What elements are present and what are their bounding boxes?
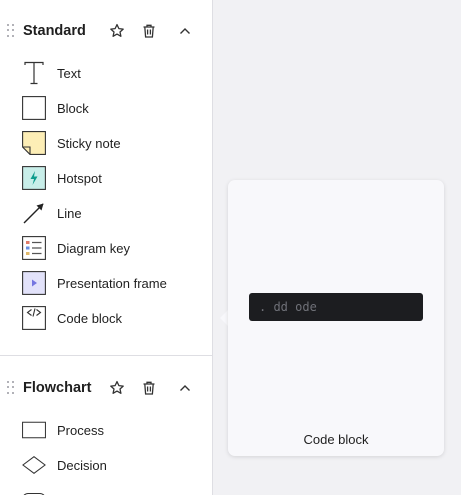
section-divider <box>0 355 212 356</box>
block-icon <box>22 96 46 120</box>
item-label: Text <box>57 65 81 81</box>
chevron-up-icon[interactable] <box>176 379 194 397</box>
item-label: Diagram key <box>57 240 130 256</box>
decision-icon <box>22 453 46 477</box>
section-title: Flowchart <box>23 380 92 396</box>
library-item-process[interactable]: Process <box>22 416 207 444</box>
item-preview-popover: . dd ode Code block <box>228 180 444 456</box>
terminal-shape-icon <box>22 488 46 495</box>
library-item-code-block[interactable]: Code block <box>22 304 207 332</box>
library-item-presentation-frame[interactable]: Presentation frame <box>22 269 207 297</box>
library-item-block[interactable]: Block <box>22 94 207 122</box>
library-item-diagram-key[interactable]: Diagram key <box>22 234 207 262</box>
code-block-preview: . dd ode <box>249 293 423 321</box>
popover-arrow <box>220 310 228 326</box>
item-label: Code block <box>57 310 123 326</box>
text-icon <box>22 61 46 85</box>
library-item-line[interactable]: Line <box>22 199 207 227</box>
chevron-up-icon[interactable] <box>176 22 194 40</box>
sticky-note-icon <box>22 131 46 155</box>
item-label: Line <box>57 205 82 221</box>
code-preview-text: . dd ode <box>259 300 317 314</box>
library-item-sticky-note[interactable]: Sticky note <box>22 129 207 157</box>
star-icon[interactable] <box>108 379 126 397</box>
star-icon[interactable] <box>108 22 126 40</box>
section-title: Standard <box>23 23 86 39</box>
library-item-text[interactable]: Text <box>22 59 207 87</box>
line-icon <box>22 201 46 225</box>
trash-icon[interactable] <box>140 22 158 40</box>
section-header-flowchart: Flowchart <box>0 373 212 403</box>
section-header-standard: Standard <box>0 16 212 46</box>
item-label: Process <box>57 422 104 438</box>
code-block-icon <box>22 306 46 330</box>
hotspot-icon <box>22 166 46 190</box>
library-item-decision[interactable]: Decision <box>22 451 207 479</box>
diagram-key-icon <box>22 236 46 260</box>
item-label: Presentation frame <box>57 275 167 291</box>
drag-handle-icon[interactable] <box>7 24 15 38</box>
presentation-frame-icon <box>22 271 46 295</box>
component-library-panel: Standard Text Block Sticky note Hotspot … <box>0 0 213 495</box>
preview-label: Code block <box>303 432 369 447</box>
item-label: Decision <box>57 457 107 473</box>
item-label: Block <box>57 100 89 116</box>
library-item-partial[interactable] <box>22 486 207 495</box>
process-icon <box>22 418 46 442</box>
library-item-hotspot[interactable]: Hotspot <box>22 164 207 192</box>
trash-icon[interactable] <box>140 379 158 397</box>
item-label: Sticky note <box>57 135 121 151</box>
item-label: Hotspot <box>57 170 102 186</box>
drag-handle-icon[interactable] <box>7 381 15 395</box>
